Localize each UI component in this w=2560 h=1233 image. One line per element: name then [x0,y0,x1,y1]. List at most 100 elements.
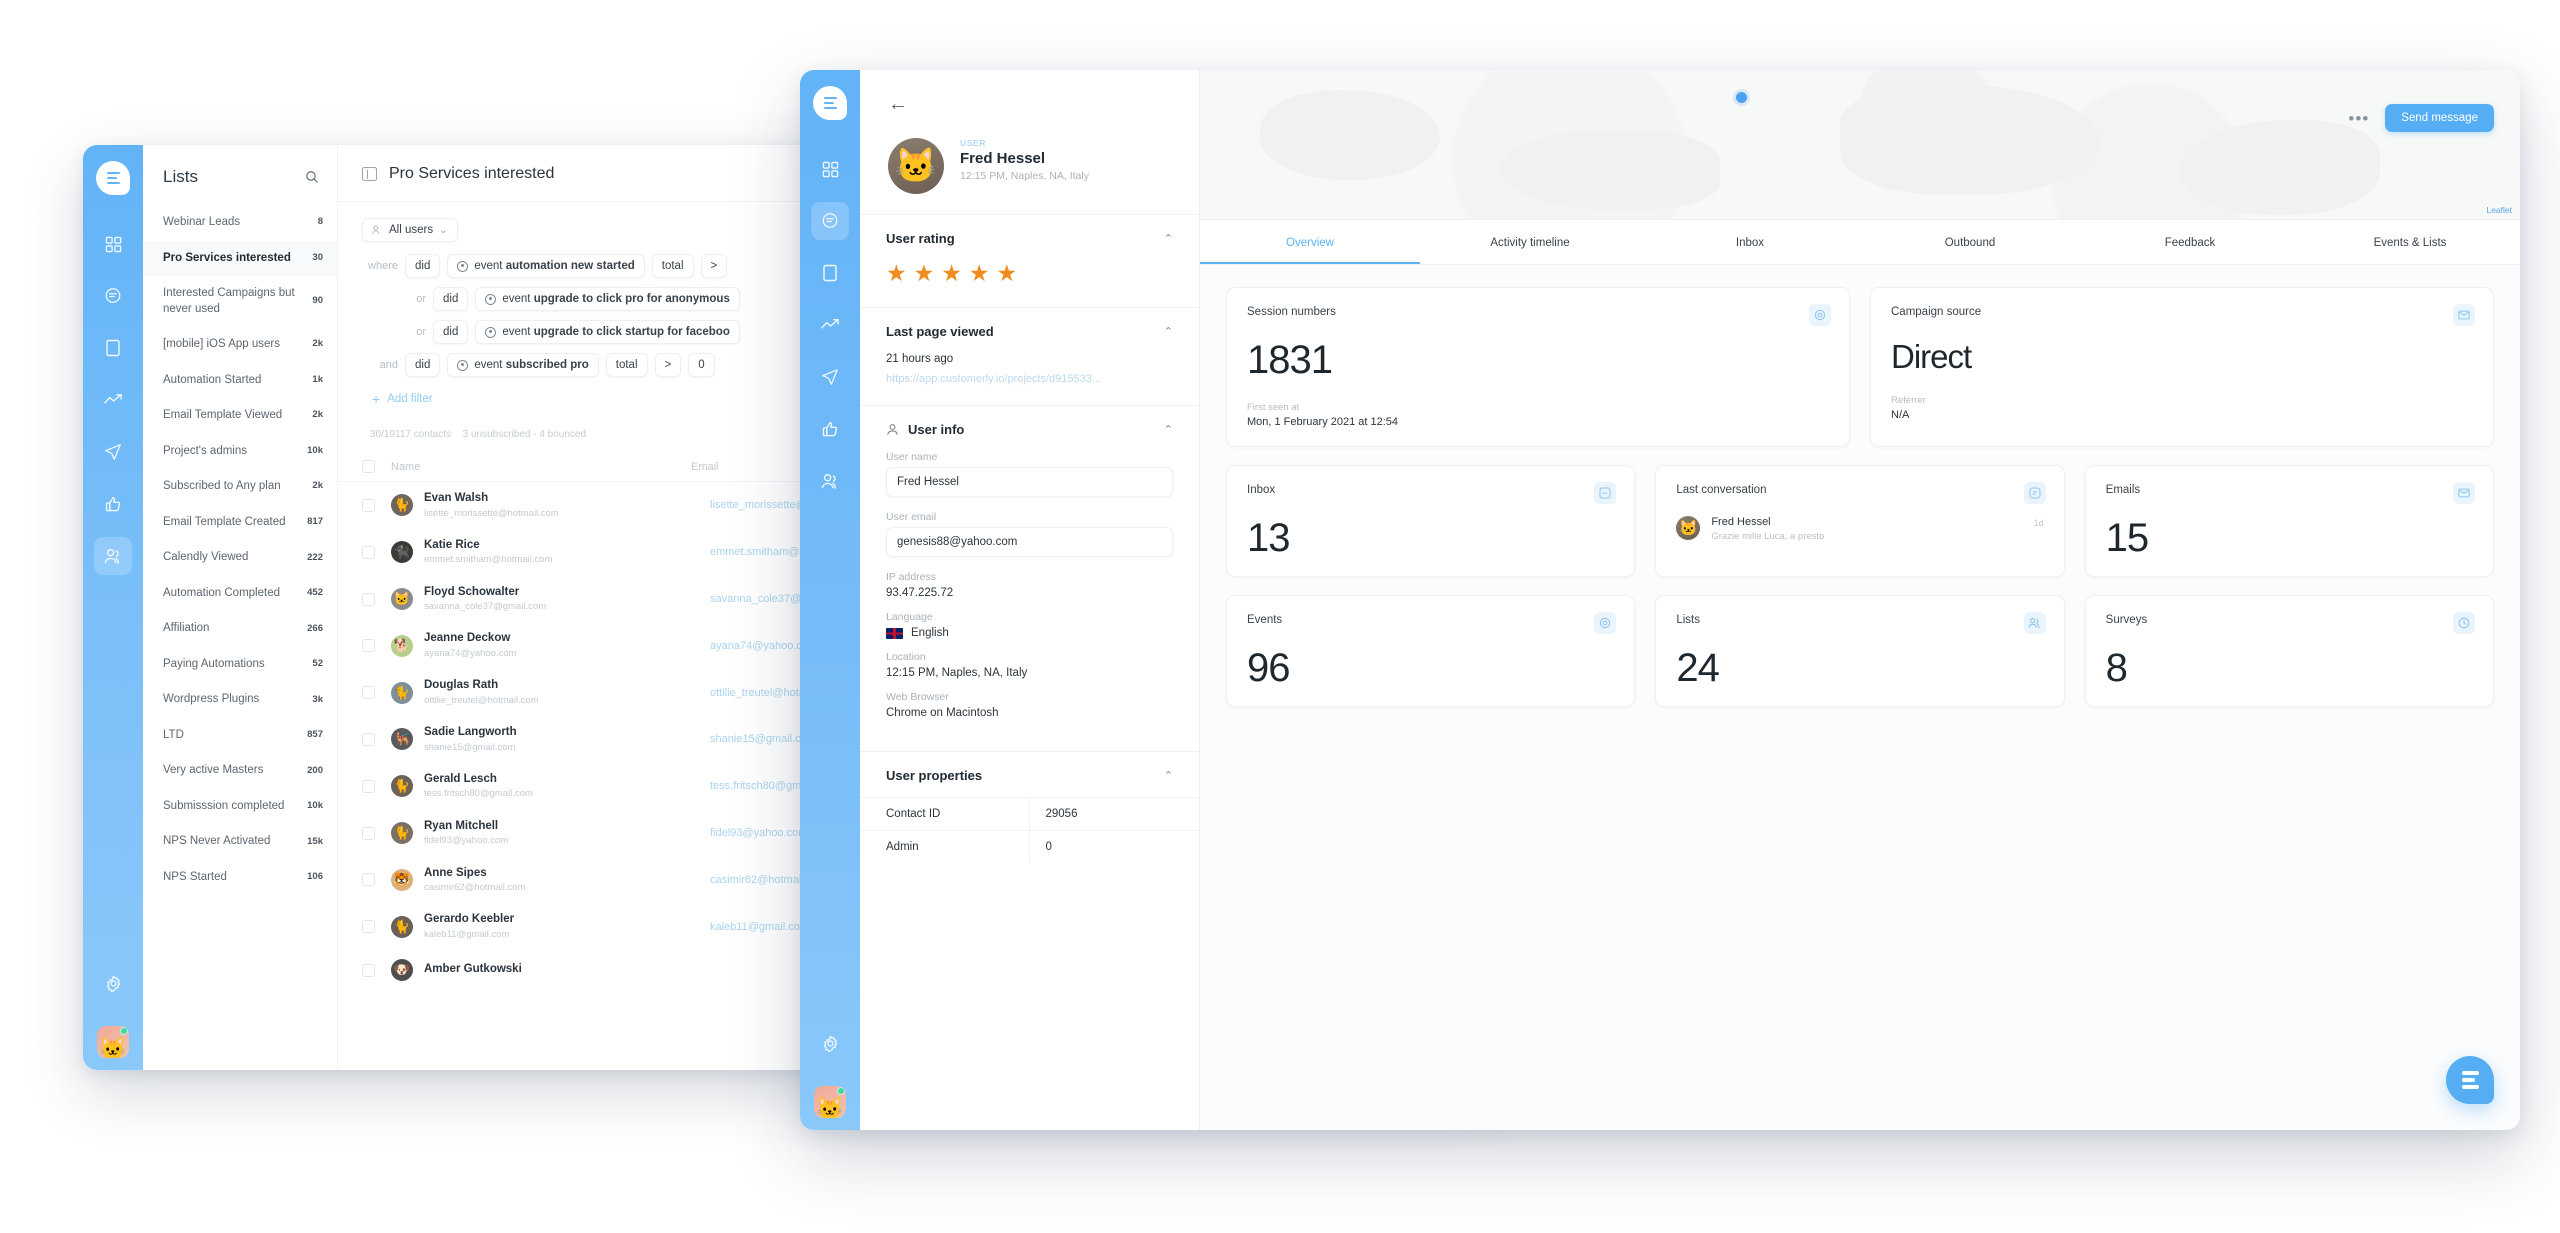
row-checkbox[interactable] [362,639,375,653]
chat-bubble-icon[interactable] [94,277,132,315]
star-icon[interactable]: ★ [941,262,962,285]
sidebar-item-webinar-leads[interactable]: Webinar Leads 8 [143,205,337,241]
audience-selector[interactable]: All users ⌄ [362,218,458,242]
select-all-checkbox[interactable] [362,460,375,473]
condition-operator[interactable]: > [700,254,728,278]
tab-feedback[interactable]: Feedback [2080,220,2300,264]
star-icon[interactable]: ★ [886,262,907,285]
condition-event[interactable]: event subscribed pro [447,353,599,377]
tab-inbox[interactable]: Inbox [1640,220,1860,264]
section-user-properties-header[interactable]: User properties ⌃ [860,752,1199,797]
row-checkbox[interactable] [362,592,375,606]
map-attribution[interactable]: Leaflet [2486,205,2512,215]
card-lists[interactable]: Lists 24 [1655,595,2065,707]
sidebar-item-project-s-admins[interactable]: Project's admins 10k [143,434,337,470]
condition-verb[interactable]: did [405,254,441,278]
row-checkbox[interactable] [362,732,375,746]
customerly-logo-icon[interactable] [813,86,847,120]
card-inbox[interactable]: Inbox 13 [1226,465,1636,577]
customerly-chat-icon[interactable] [2446,1056,2494,1104]
column-header-name[interactable]: Name [391,461,691,473]
sidebar-item-wordpress-plugins[interactable]: Wordpress Plugins 3k [143,682,337,718]
condition-verb[interactable]: did [405,353,441,377]
sidebar-item-submisssion-completed[interactable]: Submisssion completed 10k [143,789,337,825]
row-checkbox[interactable] [362,920,375,934]
column-header-email[interactable]: Email [691,461,719,473]
sidebar-item-automation-started[interactable]: Automation Started 1k [143,363,337,399]
sidebar-item-email-template-created[interactable]: Email Template Created 817 [143,505,337,541]
book-icon[interactable] [811,254,849,292]
card-events[interactable]: Events 96 [1226,595,1636,707]
paper-plane-icon[interactable] [94,433,132,471]
sidebar-item-calendly-viewed[interactable]: Calendly Viewed 222 [143,540,337,576]
tab-events-lists[interactable]: Events & Lists [2300,220,2520,264]
condition-aggregate[interactable]: total [651,254,694,278]
user-email-input[interactable]: genesis88@yahoo.com [886,527,1173,557]
section-user-info-header[interactable]: User info ⌃ [860,406,1199,451]
avatar[interactable]: 🐱 [97,1026,129,1058]
row-checkbox[interactable] [362,826,375,840]
more-horizontal-icon[interactable]: ••• [2348,110,2369,127]
panel-collapse-icon[interactable] [362,167,377,181]
conversation-preview[interactable]: 🐱 Fred Hessel Grazie mille Luca, a prest… [1676,516,2043,542]
card-surveys[interactable]: Surveys 8 [2084,595,2494,707]
send-message-button[interactable]: Send message [2385,104,2494,132]
sidebar-item-interested-campaigns-but-never-used[interactable]: Interested Campaigns but never used 90 [143,276,337,327]
sidebar-item-nps-never-activated[interactable]: NPS Never Activated 15k [143,824,337,860]
trending-up-icon[interactable] [811,306,849,344]
last-page-url[interactable]: https://app.customerly.io/projects/d9155… [886,373,1173,385]
book-icon[interactable] [94,329,132,367]
gear-icon[interactable] [94,964,132,1002]
card-last-conversation[interactable]: Last conversation 1d 🐱 Fred Hessel Grazi… [1655,465,2065,577]
sidebar-item-paying-automations[interactable]: Paying Automations 52 [143,647,337,683]
sidebar-item-email-template-viewed[interactable]: Email Template Viewed 2k [143,398,337,434]
row-checkbox[interactable] [362,963,375,977]
gear-icon[interactable] [811,1024,849,1062]
card-emails[interactable]: Emails 15 [2084,465,2494,577]
user-rating-stars[interactable]: ★ ★ ★ ★ ★ [860,260,1199,307]
sidebar-item-mobile-ios-app-users[interactable]: [mobile] iOS App users 2k [143,327,337,363]
grid-icon[interactable] [811,150,849,188]
location-map[interactable]: ••• Send message Leaflet [1200,70,2520,220]
sidebar-item-automation-completed[interactable]: Automation Completed 452 [143,576,337,612]
sidebar-item-affiliation[interactable]: Affiliation 266 [143,611,337,647]
condition-verb[interactable]: did [433,287,469,311]
user-name-input[interactable]: Fred Hessel [886,467,1173,497]
people-icon[interactable] [94,537,132,575]
card-session-numbers[interactable]: Session numbers 1831 First seen at Mon, … [1226,287,1850,447]
people-icon[interactable] [811,462,849,500]
row-checkbox[interactable] [362,498,375,512]
condition-operator[interactable]: > [654,353,682,377]
star-icon[interactable]: ★ [914,262,935,285]
condition-aggregate[interactable]: total [605,353,648,377]
sidebar-item-pro-services-interested[interactable]: Pro Services interested 30 [143,240,337,277]
section-user-rating-header[interactable]: User rating ⌃ [860,215,1199,260]
grid-icon[interactable] [94,225,132,263]
avatar[interactable]: 🐱 [814,1086,846,1118]
tab-overview[interactable]: Overview [1200,220,1420,264]
row-checkbox[interactable] [362,545,375,559]
condition-event[interactable]: event upgrade to click startup for faceb… [475,320,740,344]
condition-event[interactable]: event upgrade to click pro for anonymous [475,287,740,311]
condition-value[interactable]: 0 [688,353,715,377]
sidebar-item-subscribed-to-any-plan[interactable]: Subscribed to Any plan 2k [143,469,337,505]
sidebar-item-nps-started[interactable]: NPS Started 106 [143,860,337,896]
thumbs-up-icon[interactable] [94,485,132,523]
star-icon[interactable]: ★ [969,262,990,285]
condition-event[interactable]: event automation new started [447,254,645,278]
star-icon[interactable]: ★ [997,262,1018,285]
tab-activity-timeline[interactable]: Activity timeline [1420,220,1640,264]
sidebar-item-ltd[interactable]: LTD 857 [143,718,337,754]
section-last-page-viewed-header[interactable]: Last page viewed ⌃ [860,308,1199,353]
card-campaign-source[interactable]: Campaign source Direct Referrer N/A [1870,287,2494,447]
paper-plane-icon[interactable] [811,358,849,396]
row-checkbox[interactable] [362,873,375,887]
row-checkbox[interactable] [362,686,375,700]
search-icon[interactable] [305,170,319,184]
trending-up-icon[interactable] [94,381,132,419]
chat-bubble-icon[interactable] [811,202,849,240]
thumbs-up-icon[interactable] [811,410,849,448]
back-arrow-icon[interactable]: ← [888,94,1171,114]
tab-outbound[interactable]: Outbound [1860,220,2080,264]
sidebar-item-very-active-masters[interactable]: Very active Masters 200 [143,753,337,789]
